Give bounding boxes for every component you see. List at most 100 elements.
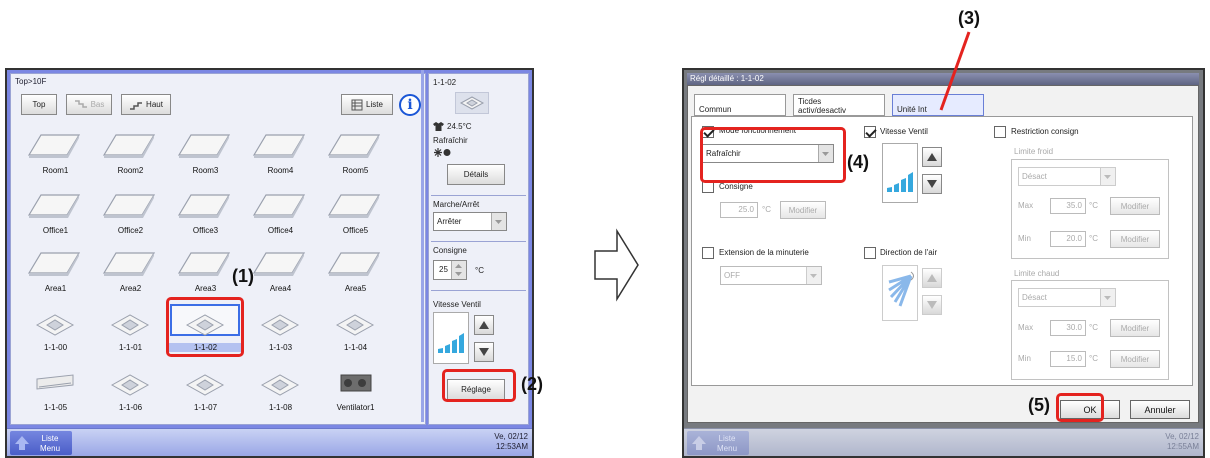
unit-tile[interactable]: Office2 [93, 189, 168, 241]
unit-tile[interactable]: Room5 [318, 129, 393, 181]
unit-tile[interactable]: 1-1-01 [93, 306, 168, 358]
chevron-down-icon [1100, 168, 1115, 185]
fan-speed-bars-icon [438, 333, 464, 353]
unit-tile[interactable]: 1-1-07 [168, 366, 243, 418]
chevron-down-icon [1100, 289, 1115, 306]
liste-menu-button[interactable]: Liste Menu [10, 431, 72, 455]
unit-label: 1-1-04 [343, 343, 368, 352]
callout-5: (5) [1028, 395, 1050, 415]
consigne-modify-button[interactable]: Modifier [780, 201, 826, 219]
vitesse-display [882, 143, 918, 203]
limite-chaud-select[interactable]: Désact [1018, 288, 1116, 307]
unit-tile[interactable]: 1-1-05 [18, 366, 93, 418]
unit-tile[interactable]: Office1 [18, 189, 93, 241]
vitesse-up-button[interactable] [922, 147, 942, 167]
ceiling-unit-icon [327, 194, 381, 218]
floor-view: Top>10F Top Bas Haut Liste i Room1 Room2 R… [10, 73, 426, 425]
cancel-button[interactable]: Annuler [1130, 400, 1190, 419]
vitesse-down-button[interactable] [922, 174, 942, 194]
direction-up-button[interactable] [922, 268, 942, 288]
unit-tile[interactable]: Room3 [168, 129, 243, 181]
froid-min-field[interactable]: 20.0 [1050, 231, 1086, 247]
ceiling-unit-icon [27, 252, 81, 276]
unit-tile[interactable]: Area2 [93, 247, 168, 299]
unit-tile[interactable]: Room2 [93, 129, 168, 181]
top-button[interactable]: Top [21, 94, 57, 115]
ceiling-unit-icon [27, 194, 81, 218]
chaud-min-modify-button[interactable]: Modifier [1110, 350, 1160, 368]
unit-label: Office2 [117, 226, 144, 235]
vitesse-checkbox[interactable] [864, 126, 876, 138]
liste-menu-button[interactable]: Liste Menu [687, 431, 749, 455]
setpoint-stepper[interactable]: 25 [433, 260, 467, 280]
unit-label: Room1 [42, 166, 69, 175]
ceiling-unit-icon [27, 134, 81, 158]
bas-button[interactable]: Bas [66, 94, 112, 115]
limite-chaud-label: Limite chaud [1014, 269, 1060, 278]
cassette-unit-icon [260, 314, 300, 336]
liste-label: Liste [718, 434, 736, 443]
haut-button[interactable]: Haut [121, 94, 171, 115]
callout-3: (3) [958, 8, 980, 28]
chaud-min-field[interactable]: 15.0 [1050, 351, 1086, 367]
onoff-select[interactable]: Arrêter [433, 212, 507, 231]
direction-label: Direction de l'air [880, 248, 938, 257]
taskbar-dimmed: Liste Menu Ve, 02/12 12:55AM [684, 428, 1203, 456]
restriction-checkbox[interactable] [994, 126, 1006, 138]
separator [431, 290, 526, 291]
unit-label: Room4 [267, 166, 294, 175]
chaud-max-field[interactable]: 30.0 [1050, 320, 1086, 336]
unit-tile[interactable]: 1-1-08 [243, 366, 318, 418]
unit-tile[interactable]: Ventilator1 [318, 366, 393, 418]
unit-label: 1-1-06 [118, 403, 143, 412]
cassette-unit-icon [335, 314, 375, 336]
fan-speed-up-button[interactable] [474, 315, 494, 335]
ventilator-icon [340, 374, 372, 392]
froid-max-field[interactable]: 35.0 [1050, 198, 1086, 214]
tab-ticdes[interactable]: Ticdes activ/desactiv [793, 94, 885, 116]
unit-tile[interactable]: Area4 [243, 247, 318, 299]
unit-tile[interactable]: Office4 [243, 189, 318, 241]
unit-tile[interactable]: 1-1-04 [318, 306, 393, 358]
cassette-unit-icon [35, 314, 75, 336]
direction-down-button[interactable] [922, 295, 942, 315]
consigne-field[interactable]: 25.0 [720, 202, 758, 218]
unit-tile[interactable]: 1-1-00 [18, 306, 93, 358]
next-step-arrow-icon [594, 228, 639, 302]
froid-min-modify-button[interactable]: Modifier [1110, 230, 1160, 248]
limite-froid-select[interactable]: Désact [1018, 167, 1116, 186]
froid-max-unit: °C [1089, 201, 1098, 210]
tab-commun[interactable]: Commun [694, 94, 786, 116]
unit-tile[interactable]: Room4 [243, 129, 318, 181]
panel-divider [421, 70, 424, 422]
unit-tile[interactable]: 1-1-03 [243, 306, 318, 358]
fan-speed-down-button[interactable] [474, 342, 494, 362]
minuterie-select[interactable]: OFF [720, 266, 822, 285]
unit-tile[interactable]: Area5 [318, 247, 393, 299]
unit-tile[interactable]: Room1 [18, 129, 93, 181]
unit-label: Area1 [44, 284, 67, 293]
details-button[interactable]: Détails [447, 164, 505, 185]
panel-unit-name: 1-1-02 [433, 78, 457, 87]
info-icon[interactable]: i [399, 94, 421, 116]
direction-checkbox[interactable] [864, 247, 876, 259]
highlight-reglage [442, 369, 516, 402]
consigne-label: Consigne [719, 182, 753, 191]
fan-speed-bars-icon [887, 172, 913, 192]
stairs-up-icon [130, 101, 143, 110]
callout-4: (4) [847, 152, 869, 172]
triangle-up-icon [927, 153, 937, 161]
unit-tile[interactable]: 1-1-06 [93, 366, 168, 418]
unit-tile[interactable]: Office3 [168, 189, 243, 241]
froid-max-modify-button[interactable]: Modifier [1110, 197, 1160, 215]
time-text: 12:53AM [495, 442, 528, 451]
minuterie-checkbox[interactable] [702, 247, 714, 259]
unit-label: Office4 [267, 226, 294, 235]
chaud-max-modify-button[interactable]: Modifier [1110, 319, 1160, 337]
unit-tile[interactable]: Office5 [318, 189, 393, 241]
liste-button[interactable]: Liste [341, 94, 393, 115]
unit-tile[interactable]: Area1 [18, 247, 93, 299]
froid-max-label: Max [1018, 201, 1034, 210]
fan-speed-label: Vitesse Ventil [433, 300, 481, 309]
vitesse-label: Vitesse Ventil [880, 127, 928, 136]
